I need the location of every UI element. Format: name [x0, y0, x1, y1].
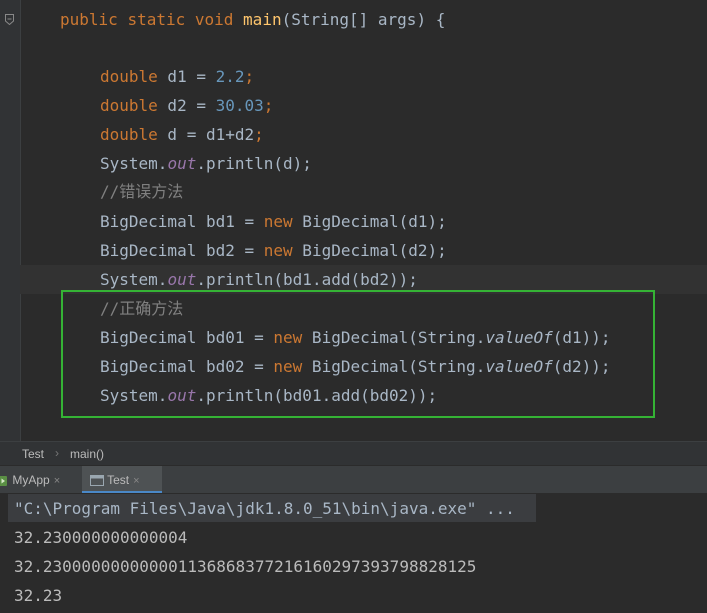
- code-line: BigDecimal bd2 = new BigDecimal(d2);: [100, 241, 447, 260]
- breadcrumb-class[interactable]: Test: [22, 447, 44, 461]
- breadcrumb: Test › main(): [0, 441, 707, 466]
- code-line: double d = d1+d2;: [100, 125, 264, 144]
- code-line: BigDecimal bd1 = new BigDecimal(d1);: [100, 212, 447, 231]
- app-run-icon: [0, 475, 7, 486]
- run-tab-label: MyApp: [12, 473, 50, 487]
- fold-icon[interactable]: [5, 14, 14, 25]
- console-icon: [90, 475, 104, 487]
- console-output-line: 32.2300000000000011368683772161602973937…: [14, 557, 477, 576]
- code-comment: //错误方法: [100, 182, 184, 201]
- console-output-line: 32.230000000000004: [14, 528, 188, 547]
- breadcrumb-method[interactable]: main(): [70, 447, 104, 461]
- run-tab-bar: MyApp × Test ×: [0, 465, 707, 494]
- run-console[interactable]: "C:\Program Files\Java\jdk1.8.0_51\bin\j…: [0, 493, 707, 613]
- run-tab-test[interactable]: Test ×: [82, 466, 162, 494]
- correct-method-highlight-box: [61, 290, 655, 418]
- close-icon[interactable]: ×: [133, 475, 139, 487]
- editor-gutter: [0, 0, 21, 441]
- console-command-line: "C:\Program Files\Java\jdk1.8.0_51\bin\j…: [14, 499, 515, 518]
- code-line: System.out.println(d);: [100, 154, 312, 173]
- run-tab-label: Test: [107, 473, 130, 487]
- close-icon[interactable]: ×: [54, 475, 60, 487]
- code-line: double d2 = 30.03;: [100, 96, 274, 115]
- code-line: double d1 = 2.2;: [100, 67, 255, 86]
- console-output-line: 32.23: [14, 586, 63, 605]
- run-tab-myapp[interactable]: MyApp ×: [0, 466, 80, 494]
- code-line-signature: public static void main(String[] args) {: [60, 10, 446, 29]
- breadcrumb-separator: ›: [55, 446, 59, 460]
- code-editor[interactable]: public static void main(String[] args) {…: [0, 0, 707, 441]
